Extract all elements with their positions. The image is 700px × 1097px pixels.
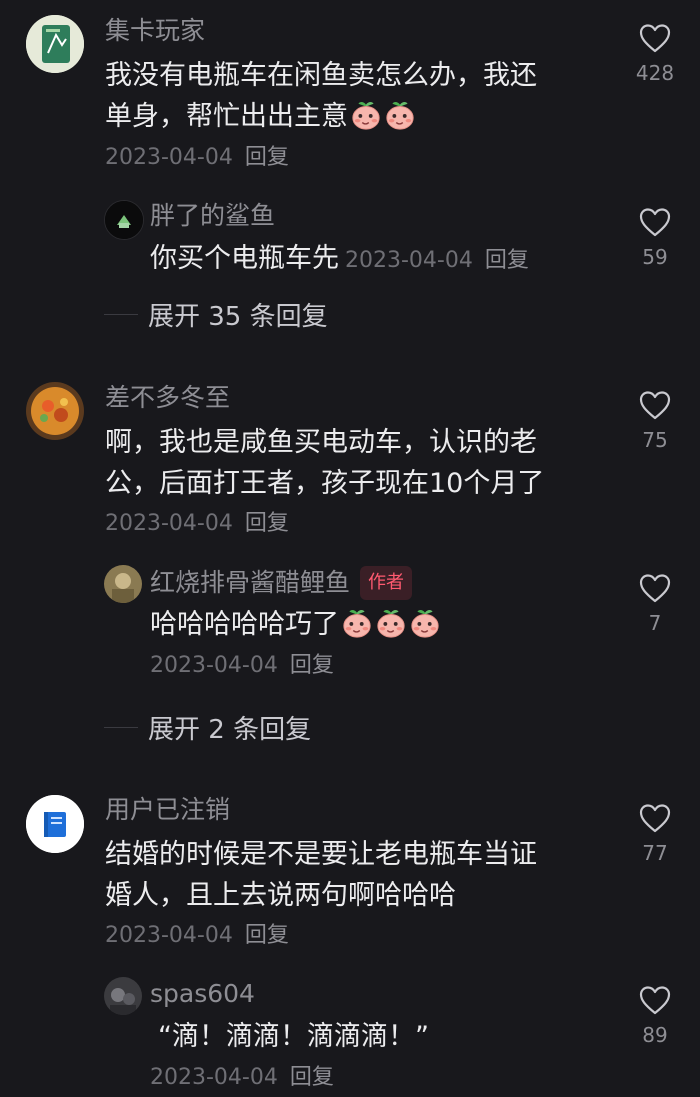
like-button[interactable]: 75 — [625, 390, 685, 452]
like-count: 428 — [635, 61, 675, 85]
peach-emoji-icon — [350, 99, 382, 131]
like-count: 7 — [648, 611, 662, 635]
comment-meta: 2023-04-04 回复 — [105, 922, 289, 950]
expand-replies-label: 展开 2 条回复 — [148, 715, 312, 745]
heart-outline-icon — [639, 207, 671, 237]
heart-outline-icon — [639, 390, 671, 420]
expand-divider — [104, 314, 138, 315]
comment-meta: 2023-04-04 回复 — [105, 144, 289, 172]
comment-date: 2023-04-04 — [105, 145, 233, 170]
expand-replies-label: 展开 35 条回复 — [148, 302, 328, 332]
like-button[interactable]: 89 — [625, 985, 685, 1047]
expand-divider — [104, 727, 138, 728]
reply-username[interactable]: spas604 — [150, 979, 255, 1009]
peach-emoji-icon — [375, 607, 407, 639]
reply-text-body: 你买个电瓶车先 — [150, 243, 339, 274]
comment-username[interactable]: 用户已注销 — [105, 795, 230, 825]
expand-replies-button[interactable]: 展开 2 条回复 — [104, 709, 311, 746]
reply-text: 哈哈哈哈哈巧了 — [150, 604, 441, 645]
comment-text-line: 我没有电瓶车在闲鱼卖怎么办，我还 — [105, 60, 537, 91]
like-count: 89 — [642, 1023, 668, 1047]
heart-outline-icon — [639, 985, 671, 1015]
reply-date: 2023-04-04 — [150, 653, 278, 678]
reply-username: 红烧排骨酱醋鲤鱼 作者 — [150, 566, 413, 600]
like-count: 59 — [642, 245, 668, 269]
comment-username[interactable]: 集卡玩家 — [105, 16, 205, 46]
heart-outline-icon — [639, 573, 671, 603]
reply-date: 2023-04-04 — [345, 248, 473, 273]
comment-text: 我没有电瓶车在闲鱼卖怎么办，我还 单身，帮忙出出主意 — [105, 55, 537, 137]
reply-date: 2023-04-04 — [150, 1065, 278, 1090]
reply-text-body: 哈哈哈哈哈巧了 — [150, 609, 339, 640]
like-button[interactable]: 59 — [625, 207, 685, 269]
peach-emoji-icon — [341, 607, 373, 639]
like-count: 75 — [642, 428, 668, 452]
comment-text-line: 单身，帮忙出出主意 — [105, 96, 537, 137]
reply-username-text[interactable]: 红烧排骨酱醋鲤鱼 — [150, 568, 350, 597]
reply-button[interactable]: 回复 — [290, 1065, 334, 1090]
reply-meta: 2023-04-04 回复 — [150, 1064, 334, 1092]
comment-meta: 2023-04-04 回复 — [105, 510, 289, 538]
comment-text-line-2: 单身，帮忙出出主意 — [105, 101, 348, 132]
reply-button[interactable]: 回复 — [245, 511, 289, 536]
reply-text: 你买个电瓶车先 2023-04-04 回复 — [150, 238, 529, 281]
comment-text-line: 啊，我也是咸鱼买电动车，认识的老 — [105, 427, 537, 458]
peach-emoji-icon — [409, 607, 441, 639]
avatar[interactable] — [26, 382, 84, 440]
reply-meta: 2023-04-04 回复 — [150, 652, 334, 680]
comment-text-line: 公，后面打王者，孩子现在10个月了 — [105, 468, 545, 499]
like-button[interactable]: 77 — [625, 803, 685, 865]
heart-outline-icon — [639, 803, 671, 833]
avatar[interactable] — [104, 977, 142, 1015]
comment-date: 2023-04-04 — [105, 511, 233, 536]
avatar[interactable] — [104, 565, 142, 603]
avatar[interactable] — [26, 795, 84, 853]
comment-text: 结婚的时候是不是要让老电瓶车当证 婚人，且上去说两句啊哈哈哈 — [105, 834, 537, 916]
reply-button[interactable]: 回复 — [245, 923, 289, 948]
reply-text: “滴！滴滴！滴滴滴！” — [158, 1021, 429, 1052]
comment-username[interactable]: 差不多冬至 — [105, 383, 230, 413]
avatar[interactable] — [26, 15, 84, 73]
comment-text: 啊，我也是咸鱼买电动车，认识的老 公，后面打王者，孩子现在10个月了 — [105, 422, 544, 504]
comment-date: 2023-04-04 — [105, 923, 233, 948]
like-button[interactable]: 7 — [625, 573, 685, 635]
author-badge: 作者 — [360, 566, 413, 600]
like-count: 77 — [642, 841, 668, 865]
reply-button[interactable]: 回复 — [290, 653, 334, 678]
reply-username[interactable]: 胖了的鲨鱼 — [150, 201, 275, 231]
comment-text-line: 婚人，且上去说两句啊哈哈哈 — [105, 880, 456, 911]
comment-text-line: 结婚的时候是不是要让老电瓶车当证 — [105, 839, 537, 870]
avatar[interactable] — [104, 200, 144, 240]
heart-outline-icon — [639, 23, 671, 53]
peach-emoji-icon — [384, 99, 416, 131]
expand-replies-button[interactable]: 展开 35 条回复 — [104, 296, 328, 333]
reply-button[interactable]: 回复 — [485, 248, 529, 273]
like-button[interactable]: 428 — [625, 23, 685, 85]
reply-button[interactable]: 回复 — [245, 145, 289, 170]
